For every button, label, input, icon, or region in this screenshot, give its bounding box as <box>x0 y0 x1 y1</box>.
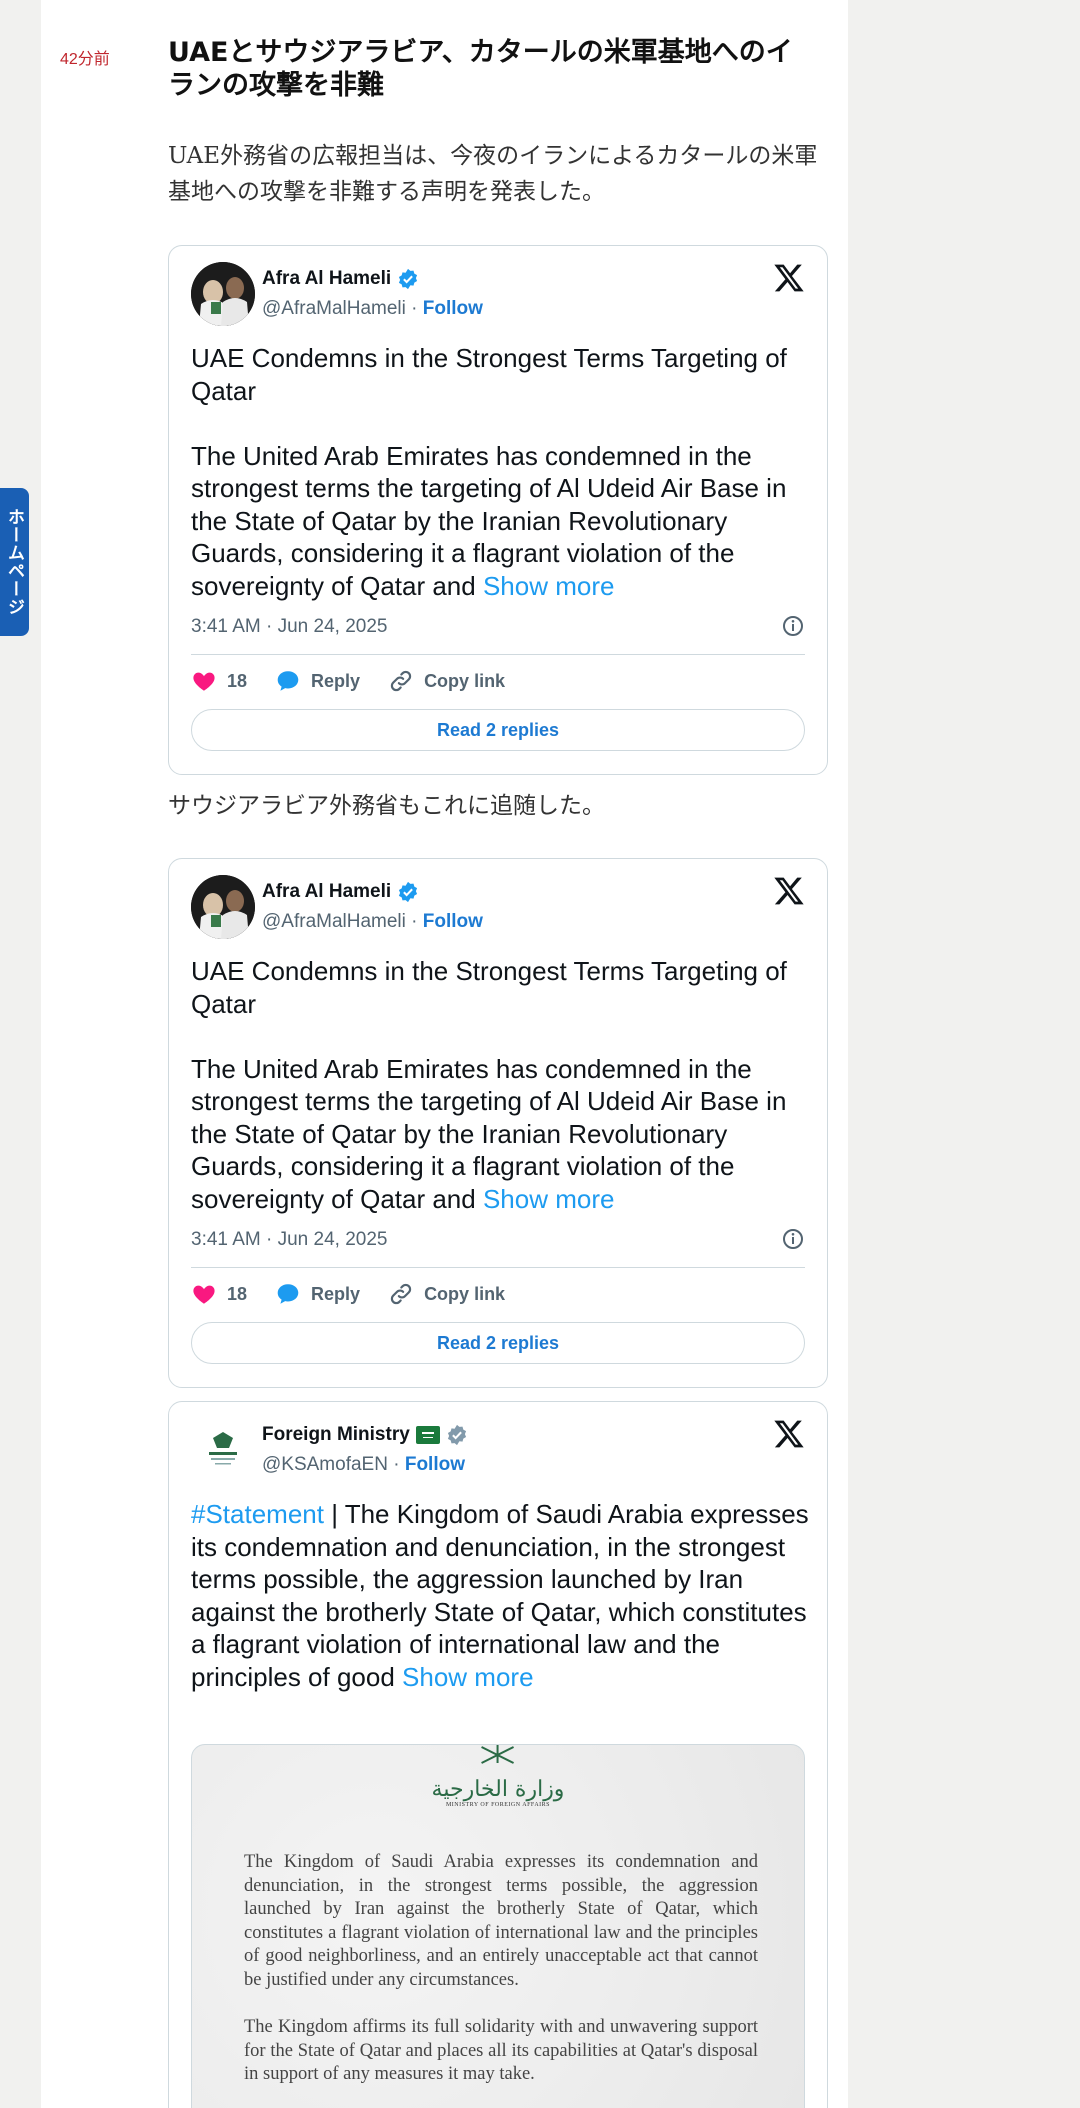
article-paragraph-2: サウジアラビア外務省もこれに追随した。 <box>168 793 605 819</box>
ministry-name-english: MINISTRY OF FOREIGN AFFAIRS <box>445 1802 551 1808</box>
divider <box>191 654 805 655</box>
homepage-side-tab-label: ホームページ <box>4 508 24 616</box>
reply-bubble-icon <box>277 1284 299 1304</box>
article-paragraph-1: UAE外務省の広報担当は、今夜のイランによるカタールの米軍基地への攻撃を非難する… <box>168 143 818 205</box>
tweet-text: #Statement | The Kingdom of Saudi Arabia… <box>191 1499 809 1692</box>
heart-icon <box>193 1285 215 1304</box>
link-icon <box>390 670 412 692</box>
x-logo-icon[interactable] <box>773 875 805 907</box>
ministry-emblem: وزارة الخارجية MINISTRY OF FOREIGN AFFAI… <box>431 1745 565 1808</box>
timestamp: 42分前 <box>60 51 110 68</box>
ministry-name-arabic: وزارة الخارجية <box>431 1777 565 1802</box>
embedded-tweet-3: Foreign Ministry @KSAmofaEN · Follow #St… <box>168 1401 828 2108</box>
tweet-date[interactable]: 3:41 AM · Jun 24, 2025 <box>191 1229 387 1251</box>
saudi-flag-icon <box>415 1426 440 1444</box>
article-headline: UAEとサウジアラビア、カタールの米軍基地へのイランの攻撃を非難 <box>168 37 793 101</box>
verified-badge-icon <box>399 881 418 903</box>
verified-badge-icon <box>447 1424 466 1446</box>
copy-link-button[interactable]: Copy link <box>388 1281 505 1307</box>
show-more-link[interactable]: Show more <box>402 1662 534 1692</box>
tweet-text: UAE Condemns in the Strongest Terms Targ… <box>191 956 787 1214</box>
avatar[interactable] <box>191 875 255 939</box>
hashtag-link[interactable]: #Statement <box>191 1499 324 1529</box>
author-name[interactable]: Foreign Ministry <box>262 1424 468 1446</box>
statement-image[interactable]: وزارة الخارجية MINISTRY OF FOREIGN AFFAI… <box>191 1744 805 2108</box>
read-replies-button[interactable]: Read 2 replies <box>191 1322 805 1364</box>
tweet-actions: 18 Reply Copy link <box>191 1281 533 1307</box>
link-icon <box>390 1283 412 1305</box>
x-logo-icon[interactable] <box>773 262 805 294</box>
like-count: 18 <box>227 1283 248 1304</box>
like-button[interactable]: 18 <box>191 668 247 694</box>
avatar[interactable] <box>191 1418 255 1482</box>
follow-link[interactable]: Follow <box>405 1454 465 1475</box>
statement-paragraph-2: The Kingdom affirms its full solidarity … <box>244 2017 758 2084</box>
copy-link-button[interactable]: Copy link <box>388 668 505 694</box>
show-more-link[interactable]: Show more <box>483 571 615 601</box>
verified-badge-icon <box>399 268 418 290</box>
follow-link[interactable]: Follow <box>423 298 483 319</box>
reply-bubble-icon <box>277 671 299 691</box>
tweet-actions: 18 Reply Copy link <box>191 668 533 694</box>
tweet-text: UAE Condemns in the Strongest Terms Targ… <box>191 343 787 601</box>
author-handle[interactable]: @KSAmofaEN · Follow <box>262 1454 465 1476</box>
divider <box>191 1267 805 1268</box>
author-handle[interactable]: @AfraMalHameli · Follow <box>262 911 483 933</box>
embedded-tweet-1: Afra Al Hameli @AfraMalHameli · Follow U… <box>168 245 828 775</box>
like-count: 18 <box>227 670 248 691</box>
like-button[interactable]: 18 <box>191 1281 247 1307</box>
show-more-link[interactable]: Show more <box>483 1184 615 1214</box>
homepage-side-tab[interactable]: ホームページ <box>0 488 29 636</box>
author-handle[interactable]: @AfraMalHameli · Follow <box>262 298 483 320</box>
info-icon[interactable] <box>781 614 805 638</box>
tweet-date[interactable]: 3:41 AM · Jun 24, 2025 <box>191 616 387 638</box>
follow-link[interactable]: Follow <box>423 911 483 932</box>
reply-button[interactable]: Reply <box>275 1281 360 1307</box>
read-replies-button[interactable]: Read 2 replies <box>191 709 805 751</box>
avatar[interactable] <box>191 262 255 326</box>
reply-button[interactable]: Reply <box>275 668 360 694</box>
author-name[interactable]: Afra Al Hameli <box>262 881 419 903</box>
palm-swords-emblem-icon <box>481 1745 515 1764</box>
heart-icon <box>193 672 215 691</box>
statement-paragraph-1: The Kingdom of Saudi Arabia expresses it… <box>244 1852 758 1990</box>
author-name[interactable]: Afra Al Hameli <box>262 268 419 290</box>
x-logo-icon[interactable] <box>773 1418 805 1450</box>
embedded-tweet-2: Afra Al Hameli @AfraMalHameli · Follow U… <box>168 858 828 1388</box>
info-icon[interactable] <box>781 1227 805 1251</box>
